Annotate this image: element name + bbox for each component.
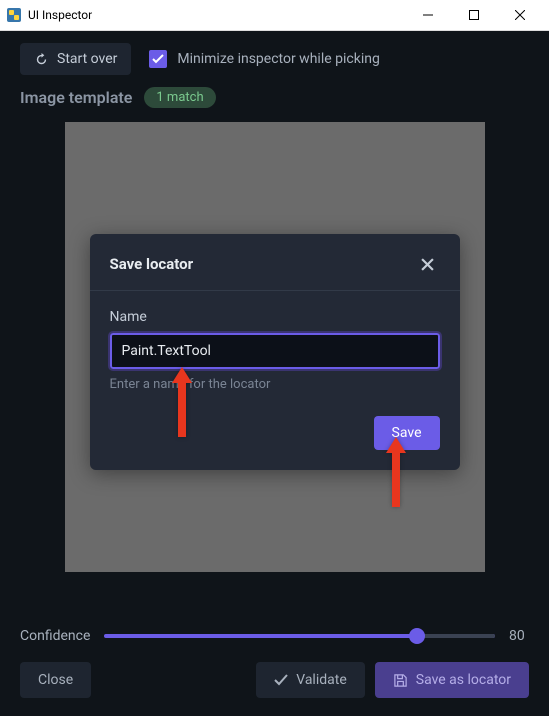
start-over-label: Start over bbox=[57, 51, 117, 67]
toolbar: Start over Minimize inspector while pick… bbox=[0, 31, 549, 83]
check-icon bbox=[274, 674, 288, 686]
save-icon bbox=[393, 673, 408, 688]
window-title: UI Inspector bbox=[28, 8, 405, 22]
close-button[interactable]: Close bbox=[20, 662, 91, 698]
minimize-checkbox[interactable] bbox=[149, 50, 167, 68]
confidence-label: Confidence bbox=[20, 628, 90, 644]
check-icon bbox=[152, 54, 164, 64]
save-as-locator-button[interactable]: Save as locator bbox=[375, 662, 529, 698]
save-locator-modal: Save locator Name Enter a name for the l… bbox=[90, 234, 460, 470]
name-hint: Enter a name for the locator bbox=[110, 377, 440, 392]
refresh-icon bbox=[34, 52, 49, 67]
arrow-annotation-input bbox=[168, 367, 196, 441]
name-input[interactable] bbox=[110, 333, 440, 369]
maximize-button[interactable] bbox=[451, 0, 497, 30]
validate-button[interactable]: Validate bbox=[256, 662, 365, 698]
header-row: Image template 1 match bbox=[0, 83, 549, 122]
titlebar: UI Inspector bbox=[0, 0, 549, 31]
app-icon bbox=[6, 7, 22, 23]
save-as-locator-label: Save as locator bbox=[416, 672, 511, 688]
minimize-button[interactable] bbox=[405, 0, 451, 30]
validate-label: Validate bbox=[296, 672, 347, 688]
minimize-checkbox-label: Minimize inspector while picking bbox=[177, 51, 379, 67]
confidence-value: 80 bbox=[509, 628, 529, 644]
start-over-button[interactable]: Start over bbox=[20, 43, 131, 75]
name-label: Name bbox=[110, 309, 440, 325]
modal-title: Save locator bbox=[110, 255, 194, 273]
page-title: Image template bbox=[20, 88, 132, 107]
arrow-annotation-save bbox=[382, 437, 410, 511]
slider-thumb[interactable] bbox=[409, 628, 425, 644]
match-badge: 1 match bbox=[144, 87, 215, 108]
modal-close-button[interactable] bbox=[416, 252, 440, 276]
confidence-slider[interactable] bbox=[104, 634, 495, 638]
close-icon bbox=[421, 258, 434, 271]
close-window-button[interactable] bbox=[497, 0, 543, 30]
